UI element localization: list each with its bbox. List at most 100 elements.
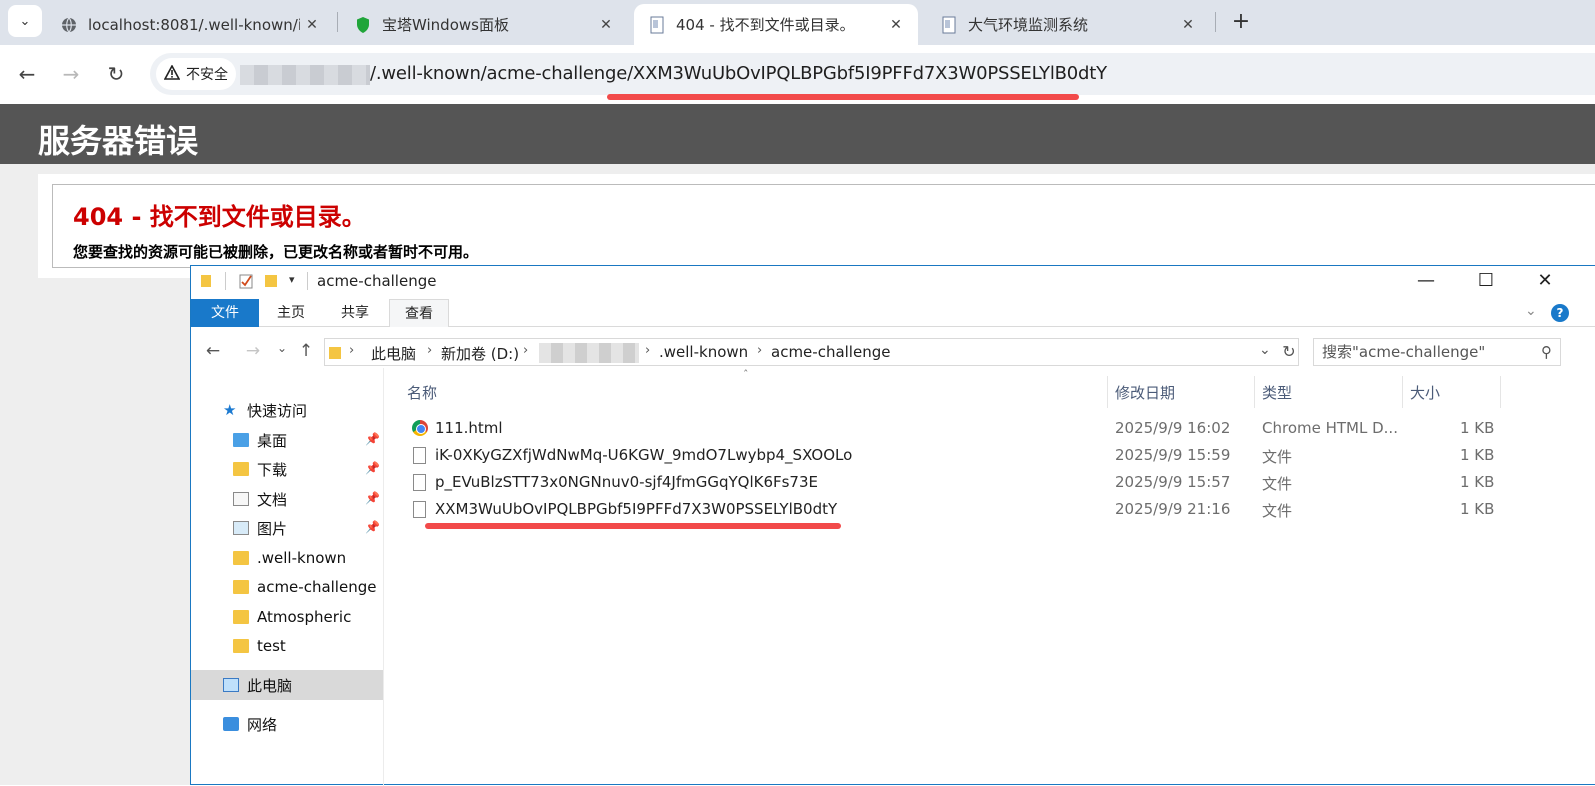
ribbon-tabs: 文件 主页 共享 查看 ⌄ ? — [191, 299, 1595, 327]
file-row[interactable]: 111.html 2025/9/9 16:02 Chrome HTML D...… — [385, 416, 1595, 443]
breadcrumb-well-known[interactable]: .well-known — [659, 343, 748, 361]
tab-divider — [337, 12, 338, 32]
new-tab-button[interactable]: + — [1226, 8, 1256, 38]
file-date: 2025/9/9 15:57 — [1115, 473, 1231, 491]
back-arrow-icon[interactable]: ← — [201, 341, 225, 363]
folder-icon — [233, 639, 249, 653]
error-fieldset: 404 - 找不到文件或目录。 您要查找的资源可能已被删除，已更改名称或者暂时不… — [52, 184, 1595, 268]
address-history-chevron-icon[interactable]: ⌄ — [1259, 342, 1271, 358]
pictures-icon — [233, 521, 249, 535]
help-icon[interactable]: ? — [1551, 304, 1569, 322]
close-icon[interactable]: ✕ — [594, 17, 618, 33]
search-icon[interactable]: ⚲ — [1541, 339, 1552, 365]
close-window-icon[interactable]: ✕ — [1516, 266, 1574, 296]
url-text[interactable]: /.well-known/acme-challenge/XXM3WuUbOvIP… — [370, 63, 1107, 84]
nav-label: 网络 — [247, 715, 278, 734]
recent-locations-chevron-icon[interactable]: ⌄ — [270, 341, 294, 363]
close-icon[interactable]: ✕ — [884, 17, 908, 33]
column-header-size[interactable]: 大小 — [1410, 382, 1440, 403]
column-header-date[interactable]: 修改日期 — [1115, 382, 1175, 403]
up-arrow-icon[interactable]: ↑ — [294, 341, 318, 363]
nav-label: 文档 — [257, 490, 288, 509]
nav-quick-access[interactable]: ★ 快速访问 — [223, 396, 307, 424]
file-row[interactable]: p_EVuBlzSTT73x0NGNnuv0-sjf4JfmGGqYQlK6Fs… — [385, 470, 1595, 497]
file-name: XXM3WuUbOvIPQLBPGbf5I9PFFd7X3W0PSSELYlB0… — [435, 500, 838, 518]
chevron-right-icon[interactable]: › — [427, 343, 432, 358]
pin-icon[interactable]: 📌 — [365, 520, 380, 534]
file-name: p_EVuBlzSTT73x0NGNnuv0-sjf4JfmGGqYQlK6Fs… — [435, 473, 818, 491]
nav-desktop[interactable]: 桌面 — [233, 426, 287, 454]
tab-monitoring-system[interactable]: 大气环境监测系统 ✕ — [926, 4, 1210, 45]
nav-label: 下载 — [257, 460, 288, 479]
back-arrow-icon[interactable]: ← — [11, 58, 43, 90]
forward-arrow-icon[interactable]: → — [55, 58, 87, 90]
pin-icon[interactable]: 📌 — [365, 461, 380, 475]
maximize-icon[interactable]: ☐ — [1457, 266, 1515, 296]
search-input[interactable]: 搜索"acme-challenge" ⚲ — [1313, 338, 1561, 366]
nav-atmospheric[interactable]: Atmospheric — [233, 603, 351, 631]
nav-label: 图片 — [257, 519, 288, 538]
folder-icon — [201, 274, 211, 288]
file-type: 文件 — [1262, 448, 1293, 466]
file-row[interactable]: iK-0XKyGZXfjWdNwMq-U6KGW_9mdO7Lwybp4_SXO… — [385, 443, 1595, 470]
ribbon-tab-file[interactable]: 文件 — [191, 299, 259, 327]
ribbon-tab-share[interactable]: 共享 — [323, 299, 387, 327]
file-row[interactable]: XXM3WuUbOvIPQLBPGbf5I9PFFd7X3W0PSSELYlB0… — [385, 497, 1595, 524]
pin-icon[interactable]: 📌 — [365, 432, 380, 446]
column-header-name[interactable]: 名称 — [407, 382, 437, 403]
properties-checkmark-icon[interactable] — [239, 273, 254, 293]
globe-icon — [60, 16, 78, 34]
security-indicator[interactable]: 不安全 — [156, 58, 236, 90]
nav-well-known[interactable]: .well-known — [233, 544, 346, 572]
tab-localhost[interactable]: localhost:8081/.well-known/i ✕ — [46, 4, 334, 45]
file-list: ˆ 名称 修改日期 类型 大小 111.html 2025/9/9 16:02 … — [385, 368, 1595, 786]
nav-label: acme-challenge — [257, 578, 377, 596]
browser-tab-strip: ⌄ localhost:8081/.well-known/i ✕ 宝塔Windo… — [0, 0, 1595, 45]
breadcrumb-drive-d[interactable]: 新加卷 (D:) — [441, 343, 519, 364]
ribbon-tab-view[interactable]: 查看 — [389, 299, 449, 327]
file-type: 文件 — [1262, 475, 1293, 493]
refresh-icon[interactable]: ↻ — [1278, 338, 1300, 366]
chevron-right-icon[interactable]: › — [523, 343, 528, 358]
star-icon: ★ — [223, 401, 237, 419]
navigation-pane: ★ 快速访问 桌面 📌 下载 📌 文档 📌 图片 📌 .well-known a… — [191, 368, 384, 786]
tab-title: 404 - 找不到文件或目录。 — [676, 16, 855, 34]
breadcrumb-acme-challenge[interactable]: acme-challenge — [771, 343, 890, 361]
close-icon[interactable]: ✕ — [300, 17, 324, 33]
reload-icon[interactable]: ↻ — [100, 58, 132, 90]
tab-404-error[interactable]: 404 - 找不到文件或目录。 ✕ — [634, 4, 918, 45]
ribbon-expand-icon[interactable]: ⌄ — [1525, 303, 1537, 319]
nav-this-pc[interactable]: 此电脑 — [191, 670, 383, 700]
nav-documents[interactable]: 文档 — [233, 485, 287, 513]
nav-downloads[interactable]: 下载 — [233, 455, 287, 483]
nav-acme-challenge[interactable]: acme-challenge — [233, 573, 376, 601]
nav-pictures[interactable]: 图片 — [233, 514, 287, 542]
ribbon-tab-home[interactable]: 主页 — [259, 299, 323, 327]
folder-icon — [233, 610, 249, 624]
minimize-icon[interactable]: — — [1397, 266, 1455, 296]
computer-icon — [223, 678, 239, 692]
column-header-type[interactable]: 类型 — [1262, 382, 1292, 403]
breadcrumb-this-pc[interactable]: 此电脑 — [371, 343, 416, 364]
nav-network[interactable]: 网络 — [223, 710, 277, 738]
tab-search-chevron-icon[interactable]: ⌄ — [8, 5, 42, 37]
chevron-right-icon[interactable]: › — [349, 343, 354, 358]
file-icon — [413, 447, 426, 464]
new-folder-icon[interactable] — [265, 274, 277, 292]
file-date: 2025/9/9 16:02 — [1115, 419, 1231, 437]
address-bar[interactable]: 不安全 /.well-known/acme-challenge/XXM3WuUb… — [150, 53, 1595, 95]
quick-access-dropdown-icon[interactable]: ▾ — [289, 273, 295, 286]
tab-baota-panel[interactable]: 宝塔Windows面板 ✕ — [340, 4, 628, 45]
chevron-right-icon[interactable]: › — [645, 343, 650, 358]
explorer-titlebar: ▾ acme-challenge — ☐ ✕ — [191, 266, 1595, 298]
nav-test[interactable]: test — [233, 632, 286, 660]
close-icon[interactable]: ✕ — [1176, 17, 1200, 33]
forward-arrow-icon[interactable]: → — [241, 341, 265, 363]
page-header: 服务器错误 — [0, 104, 1595, 164]
chevron-right-icon[interactable]: › — [757, 343, 762, 358]
redacted-folder — [539, 343, 639, 363]
pin-icon[interactable]: 📌 — [365, 491, 380, 505]
breadcrumb[interactable]: › 此电脑 › 新加卷 (D:) › › .well-known › acme-… — [324, 338, 1299, 366]
error-description: 您要查找的资源可能已被删除，已更改名称或者暂时不可用。 — [73, 243, 479, 261]
file-name: iK-0XKyGZXfjWdNwMq-U6KGW_9mdO7Lwybp4_SXO… — [435, 446, 853, 464]
